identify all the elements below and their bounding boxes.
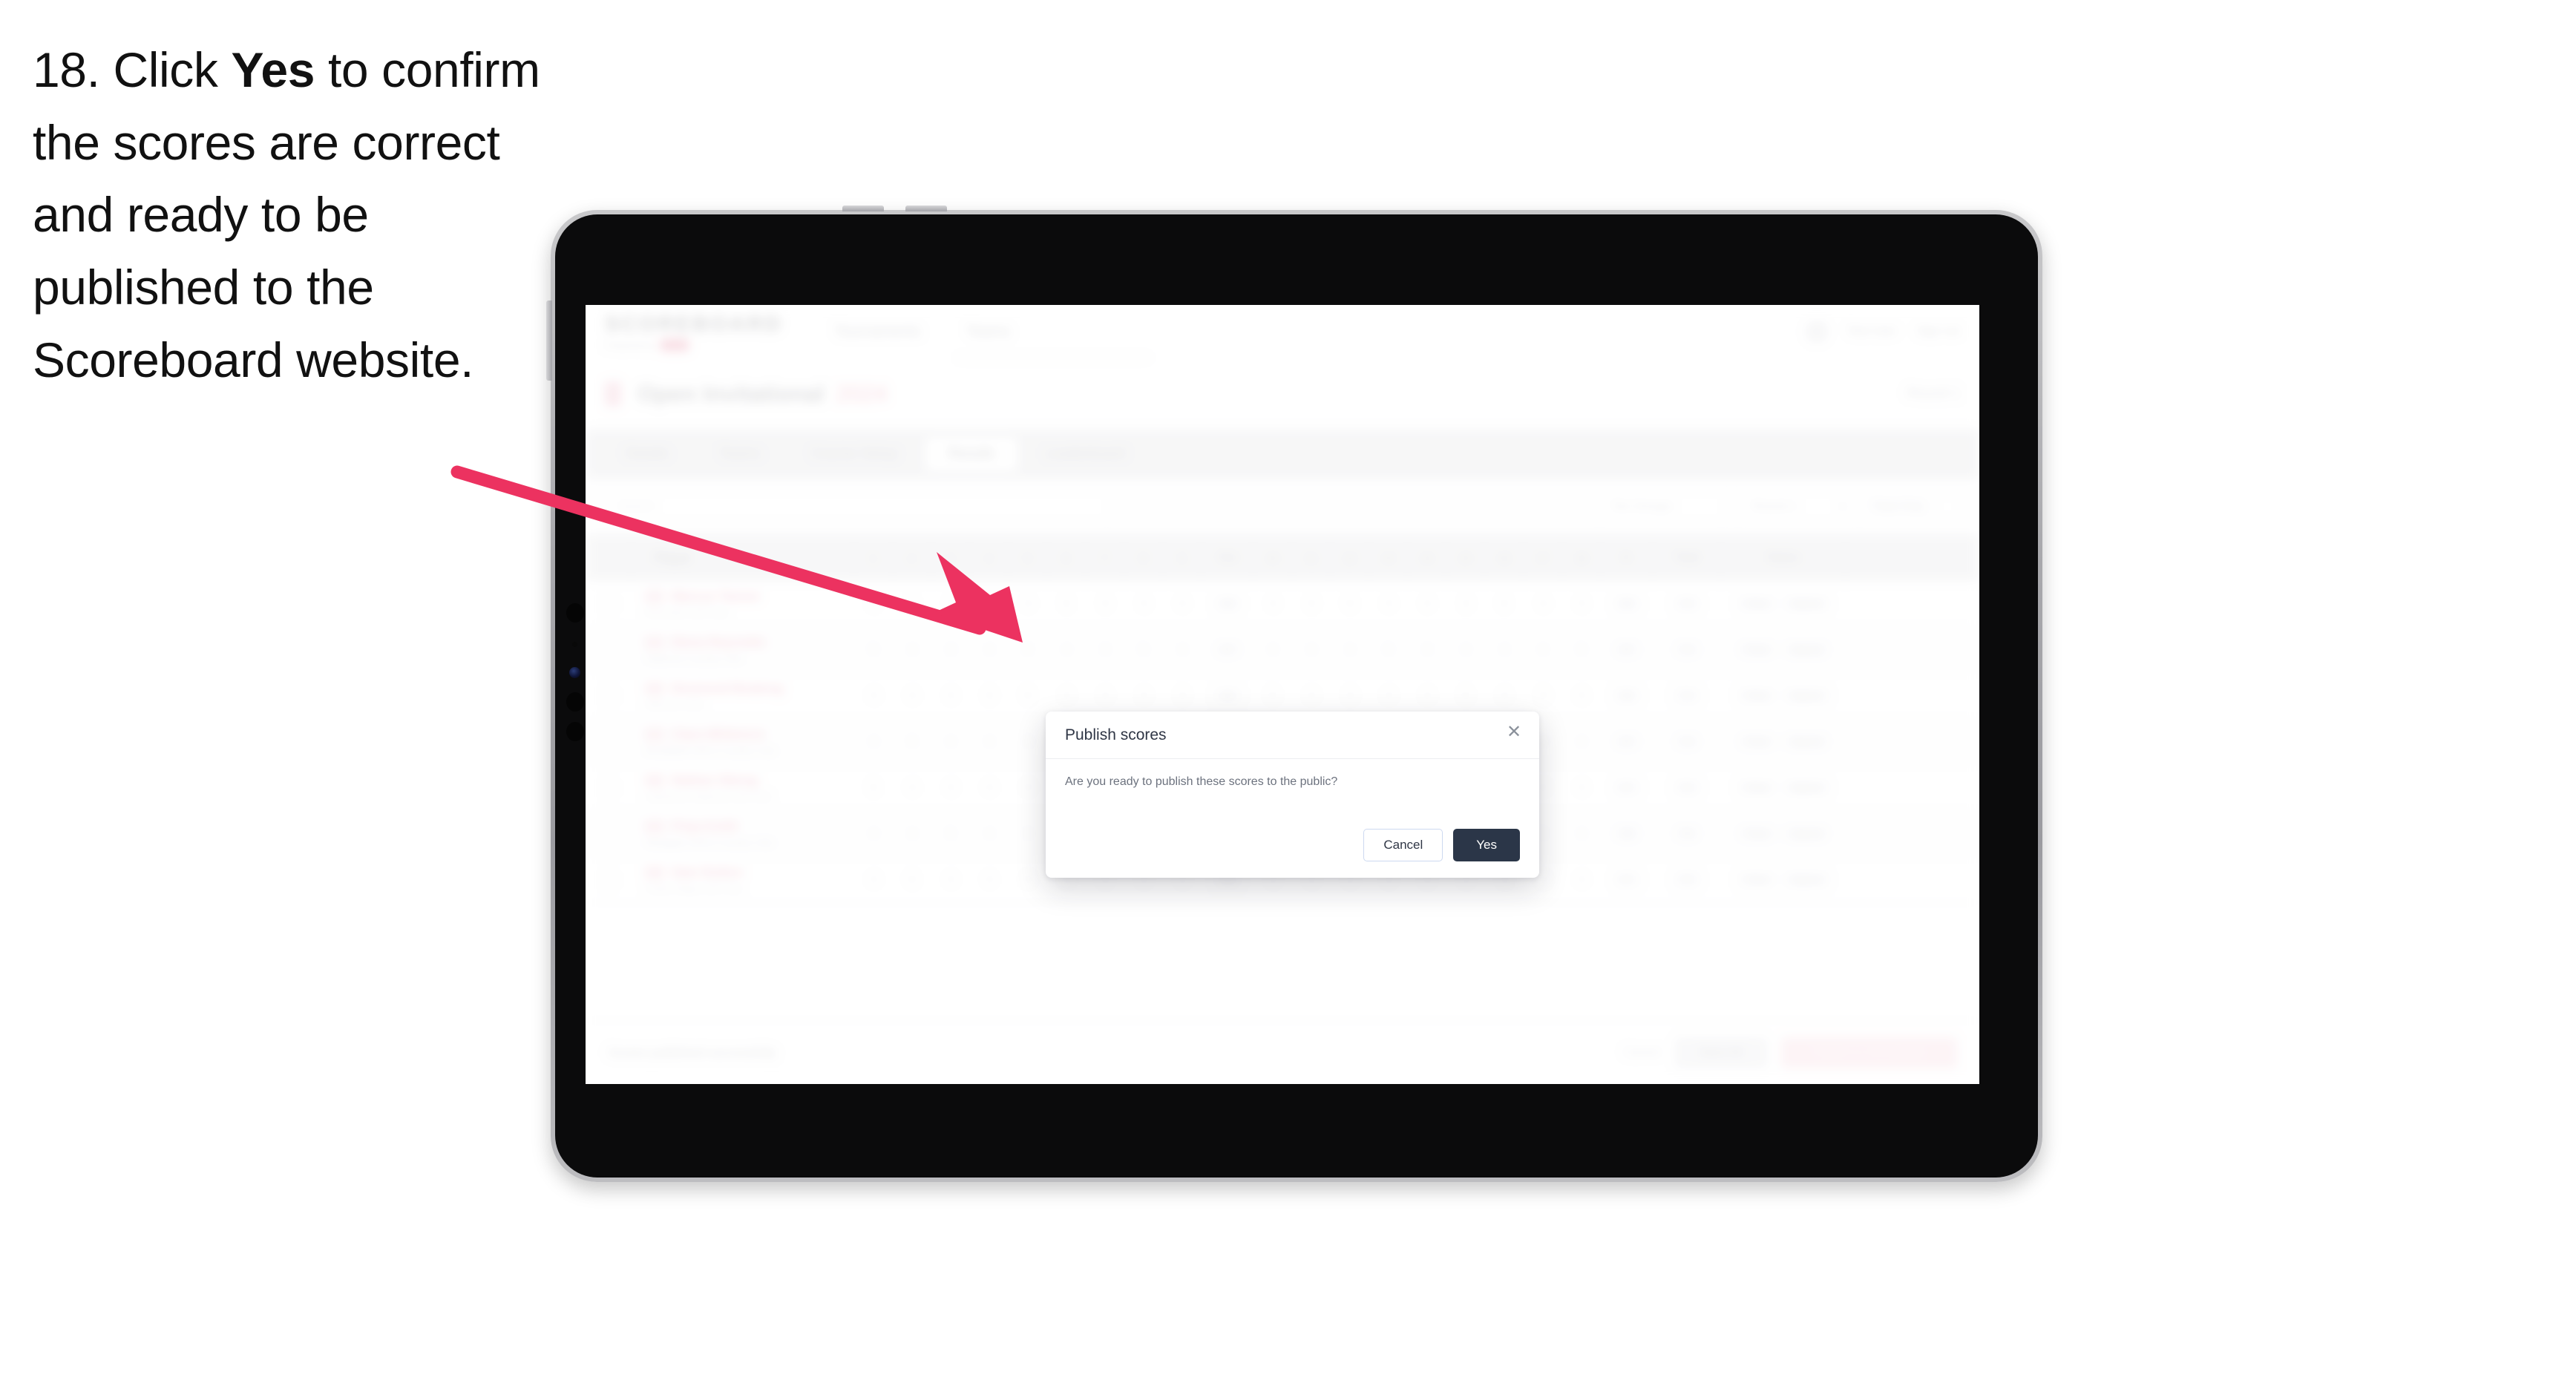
camera-lens-secondary-icon [566, 692, 584, 712]
dialog-title: Publish scores [1065, 726, 1167, 743]
dialog-body: Are you ready to publish these scores to… [1046, 759, 1539, 789]
instruction-pre: Click [113, 42, 232, 97]
close-icon[interactable]: ✕ [1504, 722, 1524, 743]
power-button[interactable] [546, 300, 552, 381]
volume-down-button[interactable] [905, 206, 947, 211]
camera-lens-tertiary-icon [566, 722, 584, 741]
sensor-icon [569, 667, 580, 678]
tablet-device: SCOREBOARD Powered by app Tournaments Te… [546, 206, 2042, 1182]
cancel-button[interactable]: Cancel [1363, 829, 1443, 861]
dialog-header: Publish scores ✕ [1046, 712, 1539, 759]
instruction-emphasis: Yes [231, 42, 315, 97]
tablet-screen: SCOREBOARD Powered by app Tournaments Te… [586, 305, 1979, 1084]
yes-button[interactable]: Yes [1453, 829, 1520, 861]
camera-lens-icon [566, 603, 584, 623]
step-number: 18. [33, 42, 100, 97]
instruction-text: 18. Click Yes to confirm the scores are … [33, 34, 567, 396]
camera-cluster [566, 603, 585, 774]
publish-scores-dialog: Publish scores ✕ Are you ready to publis… [1046, 712, 1539, 878]
volume-up-button[interactable] [842, 206, 884, 211]
dialog-message: Are you ready to publish these scores to… [1065, 775, 1338, 788]
dialog-actions: Cancel Yes [1363, 829, 1520, 861]
modal-scrim[interactable] [586, 305, 1979, 1084]
microphone-icon [572, 642, 577, 647]
